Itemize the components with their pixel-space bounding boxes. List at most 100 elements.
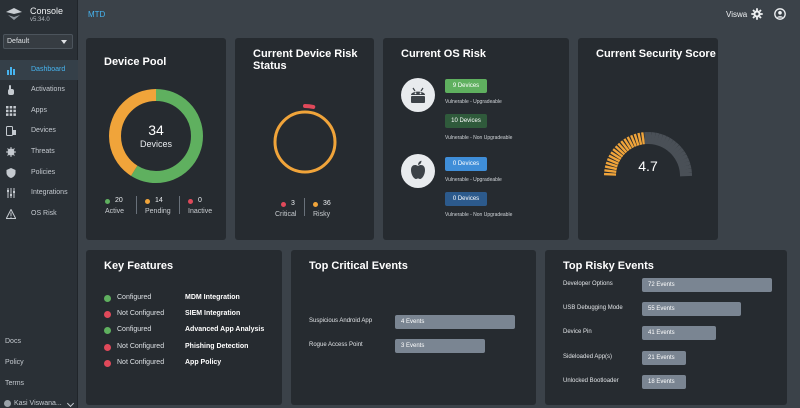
gauge-tick-filled <box>641 132 646 145</box>
card-title: Current OS Risk <box>401 48 486 60</box>
ios-upgradeable-button[interactable]: 0 Devices <box>445 157 487 171</box>
divider <box>179 196 180 214</box>
sidebar-item-label: Dashboard <box>31 66 66 73</box>
security-score-card: Current Security Score 4.7 <box>578 38 718 240</box>
topbar-user-name[interactable]: Viswa <box>726 10 747 19</box>
os-note: Vulnerable - Non Upgradeable <box>445 212 513 218</box>
risk-status-card: Current Device Risk Status 3 Critical 36… <box>235 38 374 240</box>
feature-name[interactable]: Advanced App Analysis <box>185 326 264 333</box>
event-row[interactable]: Sideloaded App(s) 21 Events <box>563 351 783 365</box>
event-label: Suspicious Android App <box>309 318 373 324</box>
security-score-value: 4.7 <box>638 158 658 174</box>
warning-icon <box>6 209 16 219</box>
card-title: Top Risky Events <box>563 260 654 272</box>
event-bar: 55 Events <box>642 302 742 316</box>
event-row[interactable]: Rogue Access Point 3 Events <box>309 339 519 353</box>
os-note: Vulnerable - Non Upgradeable <box>445 135 513 141</box>
gauge-tick-empty <box>679 172 693 177</box>
sidebar-item-dashboard[interactable]: Dashboard <box>0 60 78 80</box>
feature-status: Configured <box>117 326 152 333</box>
event-row[interactable]: USB Debugging Mode 55 Events <box>563 302 783 316</box>
feature-status: Configured <box>117 294 152 301</box>
sidebar-item-threats[interactable]: Threats <box>0 142 78 162</box>
status-dot <box>104 344 111 351</box>
feature-name[interactable]: Phishing Detection <box>185 343 248 350</box>
event-label: Developer Options <box>563 281 613 287</box>
caret-down-icon <box>61 40 67 44</box>
legend-value: 3 <box>291 200 295 207</box>
sidebar-item-label: Policies <box>31 169 56 176</box>
android-upgradeable-button[interactable]: 9 Devices <box>445 79 487 93</box>
sidebar-item-apps[interactable]: Apps <box>0 101 78 121</box>
status-dot <box>104 295 111 302</box>
sidebar-item-label: Threats <box>31 148 55 155</box>
event-row[interactable]: Device Pin 41 Events <box>563 326 783 340</box>
feature-name[interactable]: App Policy <box>185 359 221 366</box>
docs-link[interactable]: Docs <box>5 338 21 345</box>
console-logo-icon <box>6 8 22 20</box>
divider <box>136 196 137 214</box>
status-dot <box>145 199 150 204</box>
ios-badge <box>401 154 435 188</box>
card-title: Top Critical Events <box>309 260 408 272</box>
event-row[interactable]: Developer Options 72 Events <box>563 278 783 292</box>
gauge-tick-filled <box>603 172 617 176</box>
gauge-tick-filled <box>637 132 643 146</box>
devices-icon <box>6 126 16 136</box>
ring-segment-risky <box>273 110 337 174</box>
terms-link[interactable]: Terms <box>5 380 24 387</box>
event-bar: 72 Events <box>642 278 772 292</box>
ring-segment-critical <box>267 104 343 180</box>
event-label: USB Debugging Mode <box>563 305 623 311</box>
feature-status: Not Configured <box>117 310 165 317</box>
event-bar: 4 Events <box>395 315 515 329</box>
status-dot <box>105 199 110 204</box>
feature-row: Not Configured SIEM Integration <box>104 309 274 321</box>
sidebar-item-activations[interactable]: Activations <box>0 80 78 100</box>
android-non-upgradeable-button[interactable]: 10 Devices <box>445 114 487 128</box>
event-bar: 41 Events <box>642 326 717 340</box>
critical-events-card: Top Critical Events Suspicious Android A… <box>291 250 536 405</box>
policy-link[interactable]: Policy <box>5 359 24 366</box>
card-title: Device Pool <box>104 56 167 68</box>
gear-icon[interactable] <box>751 8 763 20</box>
legend-label: Pending <box>145 208 171 215</box>
bug-icon <box>6 147 16 157</box>
card-title-line2: Status <box>253 60 287 72</box>
sidebar-item-os-risk[interactable]: OS Risk <box>0 204 78 224</box>
event-count: 3 Events <box>401 343 425 349</box>
device-total-label: Devices <box>139 139 172 149</box>
legend-label: Critical <box>275 211 297 218</box>
event-row[interactable]: Unlocked Bootloader 18 Events <box>563 375 783 389</box>
legend-pending: 14 Pending <box>145 197 187 217</box>
legend-value: 36 <box>323 200 331 207</box>
status-dot <box>281 202 286 207</box>
sliders-icon <box>7 188 15 198</box>
tenant-select[interactable]: Default <box>3 34 73 49</box>
app-version: v5.34.0 <box>30 17 50 23</box>
sidebar-item-devices[interactable]: Devices <box>0 121 78 141</box>
user-menu[interactable]: Kasi Viswana... <box>4 399 76 408</box>
legend-risky: 36 Risky <box>313 200 355 220</box>
divider <box>304 198 305 216</box>
chevron-down-icon <box>66 399 75 408</box>
feature-name[interactable]: MDM Integration <box>185 294 240 301</box>
event-row[interactable]: Suspicious Android App 4 Events <box>309 315 519 329</box>
event-bar: 18 Events <box>642 375 686 389</box>
apple-icon <box>411 160 425 179</box>
account-icon[interactable] <box>774 8 786 20</box>
os-note: Vulnerable - Upgradeable <box>445 99 502 105</box>
sidebar-item-integrations[interactable]: Integrations <box>0 183 78 203</box>
status-dot <box>188 199 193 204</box>
hand-pointer-icon <box>8 85 14 95</box>
event-count: 21 Events <box>648 355 675 361</box>
feature-row: Configured MDM Integration <box>104 293 274 305</box>
ios-non-upgradeable-button[interactable]: 0 Devices <box>445 192 487 206</box>
event-label: Rogue Access Point <box>309 342 363 348</box>
feature-name[interactable]: SIEM Integration <box>185 310 240 317</box>
event-bar: 21 Events <box>642 351 686 365</box>
brand[interactable]: Console v5.34.0 <box>4 5 76 25</box>
app-name: Console <box>30 6 64 16</box>
sidebar-item-policies[interactable]: Policies <box>0 163 78 183</box>
bar-chart-icon <box>7 67 15 75</box>
